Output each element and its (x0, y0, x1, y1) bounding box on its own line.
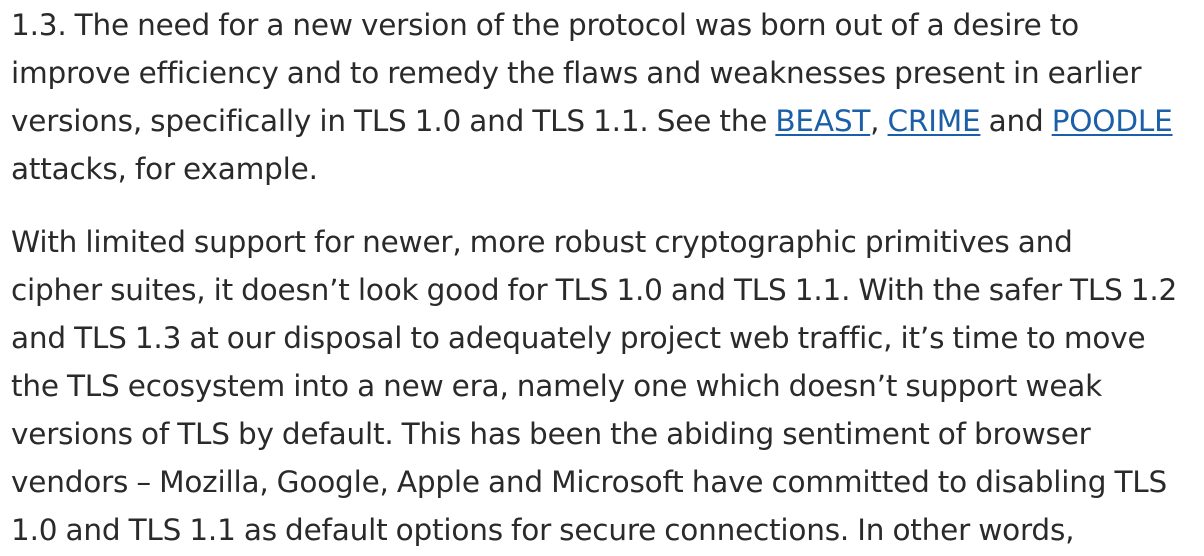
text-fragment: versions, specifically in TLS 1.0 and TL… (11, 104, 776, 138)
text-line-with-links: versions, specifically in TLS 1.0 and TL… (11, 97, 1173, 145)
article-body: 1.3. The need for a new version of the p… (0, 0, 1204, 556)
paragraph-tls-history: 1.3. The need for a new version of the p… (11, 1, 1173, 193)
text-line: With limited support for newer, more rob… (11, 225, 1073, 259)
text-fragment: , (870, 104, 888, 138)
paragraph-tls-deprecation: With limited support for newer, more rob… (11, 218, 1177, 554)
text-line: vendors – Mozilla, Google, Apple and Mic… (11, 465, 1168, 499)
text-line: attacks, for example. (11, 152, 318, 186)
text-line: cipher suites, it doesn’t look good for … (11, 273, 1178, 307)
beast-link[interactable]: BEAST (775, 104, 870, 138)
poodle-link[interactable]: POODLE (1052, 104, 1173, 138)
text-line: 1.3. The need for a new version of the p… (11, 8, 1079, 42)
text-line: 1.0 and TLS 1.1 as default options for s… (11, 513, 1075, 547)
crime-link[interactable]: CRIME (888, 104, 981, 138)
text-line: the TLS ecosystem into a new era, namely… (11, 369, 1103, 403)
text-line: and TLS 1.3 at our disposal to adequatel… (11, 321, 1146, 355)
text-line: improve efficiency and to remedy the fla… (11, 56, 1142, 90)
text-line: versions of TLS by default. This has bee… (11, 417, 1091, 451)
text-fragment: and (980, 104, 1052, 138)
